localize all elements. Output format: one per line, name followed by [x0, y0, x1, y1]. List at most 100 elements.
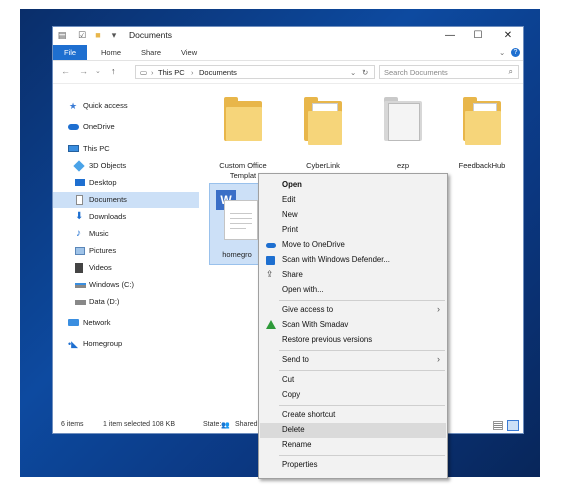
nav-item-desktop[interactable]: Desktop: [53, 175, 199, 191]
forward-arrow-icon[interactable]: →: [79, 66, 88, 76]
network-icon: [68, 319, 79, 326]
video-icon: [75, 263, 83, 273]
nav-item-network[interactable]: Network: [53, 315, 199, 331]
nav-label: Data (D:): [89, 297, 120, 306]
menu-item-create-shortcut[interactable]: Create shortcut: [260, 408, 446, 423]
nav-item-pictures[interactable]: Pictures: [53, 243, 199, 259]
minimize-button[interactable]: —: [437, 28, 463, 43]
menu-label: Copy: [282, 390, 301, 399]
menu-item-delete[interactable]: Delete: [260, 423, 446, 438]
close-button[interactable]: ✕: [495, 28, 521, 43]
nav-item-videos[interactable]: Videos: [53, 260, 199, 276]
search-input[interactable]: Search Documents: [384, 68, 448, 77]
nav-item-quick-access[interactable]: ★ Quick access: [53, 98, 199, 114]
menu-item-scan-windows-defender[interactable]: Scan with Windows Defender...: [260, 253, 446, 268]
menu-item-send-to[interactable]: Send to ›: [260, 353, 446, 368]
menu-separator: [279, 300, 445, 301]
menu-item-move-to-onedrive[interactable]: Move to OneDrive: [260, 238, 446, 253]
breadcrumb-separator-icon: ›: [151, 68, 154, 77]
file-label: FeedbackHub: [458, 161, 506, 170]
large-icons-view-icon[interactable]: [507, 420, 519, 431]
file-item-cyberlink[interactable]: CyberLink: [293, 95, 353, 175]
nav-item-music[interactable]: ♪ Music: [53, 226, 199, 242]
refresh-icon[interactable]: ↻: [362, 68, 368, 77]
details-view-icon[interactable]: [493, 421, 503, 430]
nav-item-onedrive[interactable]: OneDrive: [53, 119, 199, 135]
nav-label: Music: [89, 229, 109, 238]
address-dropdown-icon[interactable]: ⌄: [350, 68, 356, 77]
nav-item-downloads[interactable]: ⬇ Downloads: [53, 209, 199, 225]
nav-item-documents[interactable]: Documents: [53, 192, 199, 208]
properties-icon[interactable]: ☑: [77, 30, 87, 40]
back-arrow-icon[interactable]: ←: [61, 66, 70, 76]
file-item-feedbackhub[interactable]: FeedbackHub: [451, 95, 513, 175]
file-label: CyberLink: [306, 161, 340, 170]
menu-item-print[interactable]: Print: [260, 223, 446, 238]
menu-item-cut[interactable]: Cut: [260, 373, 446, 388]
help-icon[interactable]: ?: [511, 48, 520, 57]
menu-item-open-with[interactable]: Open with...: [260, 283, 446, 298]
breadcrumb-documents[interactable]: Documents: [199, 68, 237, 77]
menu-item-properties[interactable]: Properties: [260, 458, 446, 473]
menu-item-rename[interactable]: Rename: [260, 438, 446, 453]
folder-icon: [463, 97, 501, 145]
menu-item-copy[interactable]: Copy: [260, 388, 446, 403]
nav-item-this-pc[interactable]: This PC: [53, 141, 199, 157]
tab-home[interactable]: Home: [101, 47, 121, 59]
nav-label: Network: [83, 318, 111, 327]
menu-separator: [279, 405, 445, 406]
tab-file[interactable]: File: [53, 45, 87, 60]
drive-icon: [75, 300, 86, 305]
maximize-button[interactable]: ☐: [465, 28, 491, 43]
menu-item-give-access-to[interactable]: Give access to ›: [260, 303, 446, 318]
search-box[interactable]: Search Documents ⌕: [379, 65, 519, 79]
menu-label: New: [282, 210, 298, 219]
menu-label: Send to: [282, 355, 309, 364]
menu-item-share[interactable]: ⇪ Share: [260, 268, 446, 283]
address-bar[interactable]: ▭ › This PC › Documents ⌄ ↻: [135, 65, 375, 79]
menu-item-new[interactable]: New: [260, 208, 446, 223]
state-label: State:: [203, 421, 222, 428]
homegroup-icon: •◣: [68, 339, 79, 349]
nav-item-3d-objects[interactable]: 3D Objects: [53, 158, 199, 174]
folder-with-documents-icon: [384, 97, 422, 141]
new-folder-icon[interactable]: ■: [93, 30, 103, 40]
nav-label: Windows (C:): [89, 280, 135, 289]
up-arrow-icon[interactable]: ↑: [111, 66, 116, 76]
explorer-icon: ▤: [57, 30, 67, 40]
file-item-custom-office-templates[interactable]: Custom Office Templat: [213, 95, 273, 183]
file-label: homegro: [222, 250, 252, 259]
submenu-arrow-icon: ›: [437, 304, 440, 314]
tab-view[interactable]: View: [181, 47, 197, 59]
document-icon: [76, 195, 83, 205]
menu-label: Cut: [282, 375, 295, 384]
ribbon-tabs: File Home Share View ⌄ ?: [53, 45, 523, 61]
file-item-homegroup-document[interactable]: W homegro: [209, 183, 265, 265]
desktop-icon: [75, 179, 85, 186]
nav-label: Desktop: [89, 178, 117, 187]
nav-label: Videos: [89, 263, 112, 272]
menu-item-edit[interactable]: Edit: [260, 193, 446, 208]
folder-icon: [304, 97, 342, 145]
menu-separator: [279, 350, 445, 351]
menu-item-scan-with-smadav[interactable]: Scan With Smadav: [260, 318, 446, 333]
pictures-icon: [75, 247, 85, 255]
breadcrumb-this-pc[interactable]: This PC: [158, 68, 185, 77]
computer-icon: [68, 145, 79, 152]
menu-item-restore-previous-versions[interactable]: Restore previous versions: [260, 333, 446, 348]
nav-label: This PC: [83, 144, 110, 153]
menu-label: Print: [282, 225, 299, 234]
ribbon-expand-icon[interactable]: ⌄: [499, 47, 505, 59]
recent-locations-icon[interactable]: ⌄: [95, 67, 101, 75]
nav-item-homegroup[interactable]: •◣ Homegroup: [53, 336, 199, 352]
menu-item-open[interactable]: Open: [260, 178, 446, 193]
tab-share[interactable]: Share: [141, 47, 161, 59]
computer-small-icon: ▭: [140, 68, 148, 77]
nav-item-windows-c[interactable]: Windows (C:): [53, 277, 199, 293]
search-icon[interactable]: ⌕: [509, 67, 513, 77]
nav-item-data-d[interactable]: Data (D:): [53, 294, 199, 310]
file-item-ezp[interactable]: ezp: [373, 95, 433, 175]
nav-label: Documents: [89, 195, 127, 204]
quick-access-dropdown-icon[interactable]: ▾: [109, 30, 119, 40]
menu-label: Properties: [282, 460, 318, 469]
